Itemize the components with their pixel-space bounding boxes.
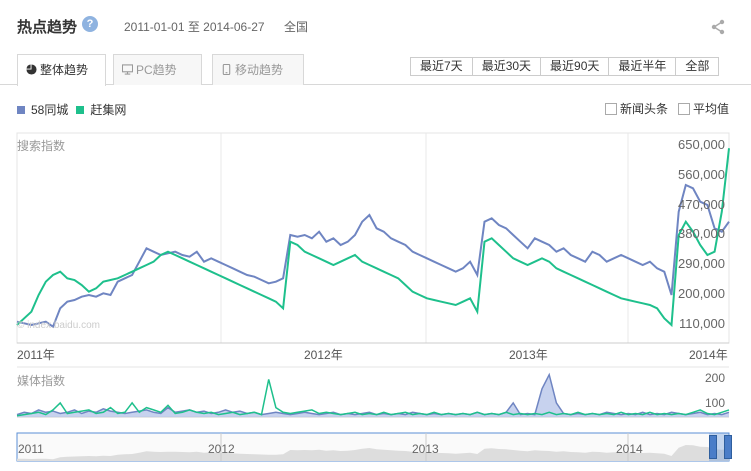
media-y-tick: 100 — [704, 396, 725, 410]
news-headline-checkbox[interactable] — [605, 102, 617, 115]
tab-label: 整体趋势 — [40, 63, 89, 77]
y-tick: 200,000 — [678, 286, 725, 301]
y-tick: 560,000 — [678, 167, 725, 182]
watermark: © index.baidu.com — [17, 320, 100, 331]
navigator-label: 2014 — [616, 442, 643, 456]
legend-item-ganji[interactable]: 赶集网 — [90, 101, 126, 118]
pie-icon — [26, 64, 37, 75]
tab-overall-trend[interactable]: 整体趋势 — [17, 54, 106, 86]
tab-label: PC趋势 — [136, 63, 177, 77]
page-title: 热点趋势 — [17, 19, 78, 36]
media-line-ganji — [16, 379, 730, 417]
help-icon[interactable]: ? — [82, 16, 98, 32]
legend-item-58[interactable]: 58同城 — [31, 101, 68, 118]
y-tick: 650,000 — [678, 137, 725, 152]
y-tick: 470,000 — [678, 197, 725, 212]
legend-swatch-ganji — [76, 105, 85, 114]
x-tick: 2013年 — [509, 348, 548, 362]
tab-pc-trend[interactable]: PC趋势 — [113, 54, 202, 85]
x-tick: 2014年 — [689, 348, 728, 362]
navigator-left-handle[interactable] — [709, 435, 717, 459]
region-selector[interactable]: 全国 — [284, 18, 308, 35]
range-30-days-button[interactable]: 最近30天 — [471, 57, 542, 76]
range-buttons: 最近7天 最近30天 最近90天 最近半年 全部 — [410, 57, 720, 76]
y-tick: 110,000 — [678, 316, 725, 331]
x-tick: 2011年 — [17, 348, 55, 362]
header: 热点趋势 ? 2011-01-01 至 2014-06-27 全国 — [0, 0, 751, 54]
plot-frame — [16, 132, 730, 344]
tab-mobile-trend[interactable]: 移动趋势 — [212, 54, 304, 85]
news-headline-label: 新闻头条 — [620, 102, 669, 116]
media-line-58 — [16, 372, 730, 416]
chart-options: 新闻头条 平均值 — [605, 100, 739, 117]
series-line-58 — [16, 183, 730, 329]
media-area-58 — [17, 374, 729, 417]
range-all-button[interactable]: 全部 — [675, 57, 720, 76]
navigator-label: 2012 — [208, 442, 235, 456]
monitor-icon — [122, 64, 133, 75]
media-y-tick: 200 — [704, 371, 725, 385]
navigator-label: 2013 — [412, 442, 439, 456]
range-half-year-button[interactable]: 最近半年 — [608, 57, 677, 76]
series-line-ganji — [16, 148, 730, 328]
average-label: 平均值 — [693, 102, 730, 116]
y-tick: 290,000 — [678, 256, 725, 271]
x-tick: 2012年 — [304, 348, 343, 362]
range-90-days-button[interactable]: 最近90天 — [540, 57, 610, 76]
media-index-label: 媒体指数 — [17, 374, 66, 388]
share-icon[interactable] — [710, 19, 726, 35]
average-checkbox[interactable] — [678, 102, 691, 115]
search-index-chart[interactable] — [0, 130, 751, 471]
date-range[interactable]: 2011-01-01 至 2014-06-27 — [124, 18, 265, 35]
tab-label: 移动趋势 — [235, 63, 284, 77]
range-7-days-button[interactable]: 最近7天 — [410, 57, 473, 76]
navigator-right-handle[interactable] — [724, 435, 732, 459]
phone-icon — [222, 64, 231, 75]
chart-legend: 58同城 赶集网 — [17, 101, 134, 118]
search-index-label: 搜索指数 — [17, 139, 66, 153]
legend-swatch-58 — [17, 105, 25, 114]
y-tick: 380,000 — [678, 226, 725, 241]
navigator-label: 2011 — [18, 442, 44, 456]
